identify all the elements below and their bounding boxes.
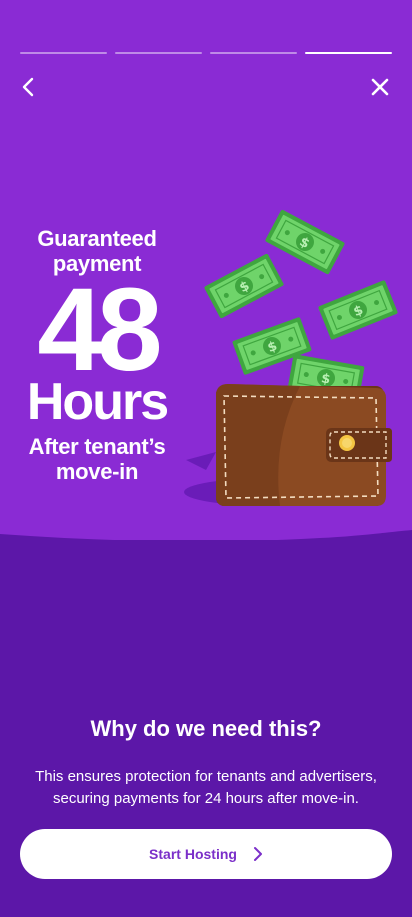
step-progress-bar xyxy=(20,52,392,54)
chevron-left-icon xyxy=(22,77,34,97)
chevron-right-icon xyxy=(253,847,262,861)
info-description: This ensures protection for tenants and … xyxy=(35,768,377,807)
close-button[interactable] xyxy=(365,72,395,102)
wallet-money-illustration: $ xyxy=(184,208,399,506)
guarantee-headline: Guaranteed payment 48 Hours After tenant… xyxy=(14,226,180,484)
progress-segment-current xyxy=(305,52,392,54)
headline-line-4: move-in xyxy=(55,459,139,484)
headline-line-3: After tenant’s xyxy=(28,434,166,459)
headline-unit: Hours xyxy=(26,373,169,431)
start-hosting-button[interactable]: Start Hosting xyxy=(20,829,392,879)
info-title: Why do we need this? xyxy=(90,716,322,741)
progress-segment xyxy=(115,52,202,54)
progress-segment xyxy=(210,52,297,54)
progress-segment xyxy=(20,52,107,54)
headline-line-1: Guaranteed xyxy=(37,226,157,251)
headline-number: 48 xyxy=(37,264,162,396)
close-icon xyxy=(371,78,389,96)
start-hosting-label: Start Hosting xyxy=(149,846,237,862)
back-button[interactable] xyxy=(13,72,43,102)
